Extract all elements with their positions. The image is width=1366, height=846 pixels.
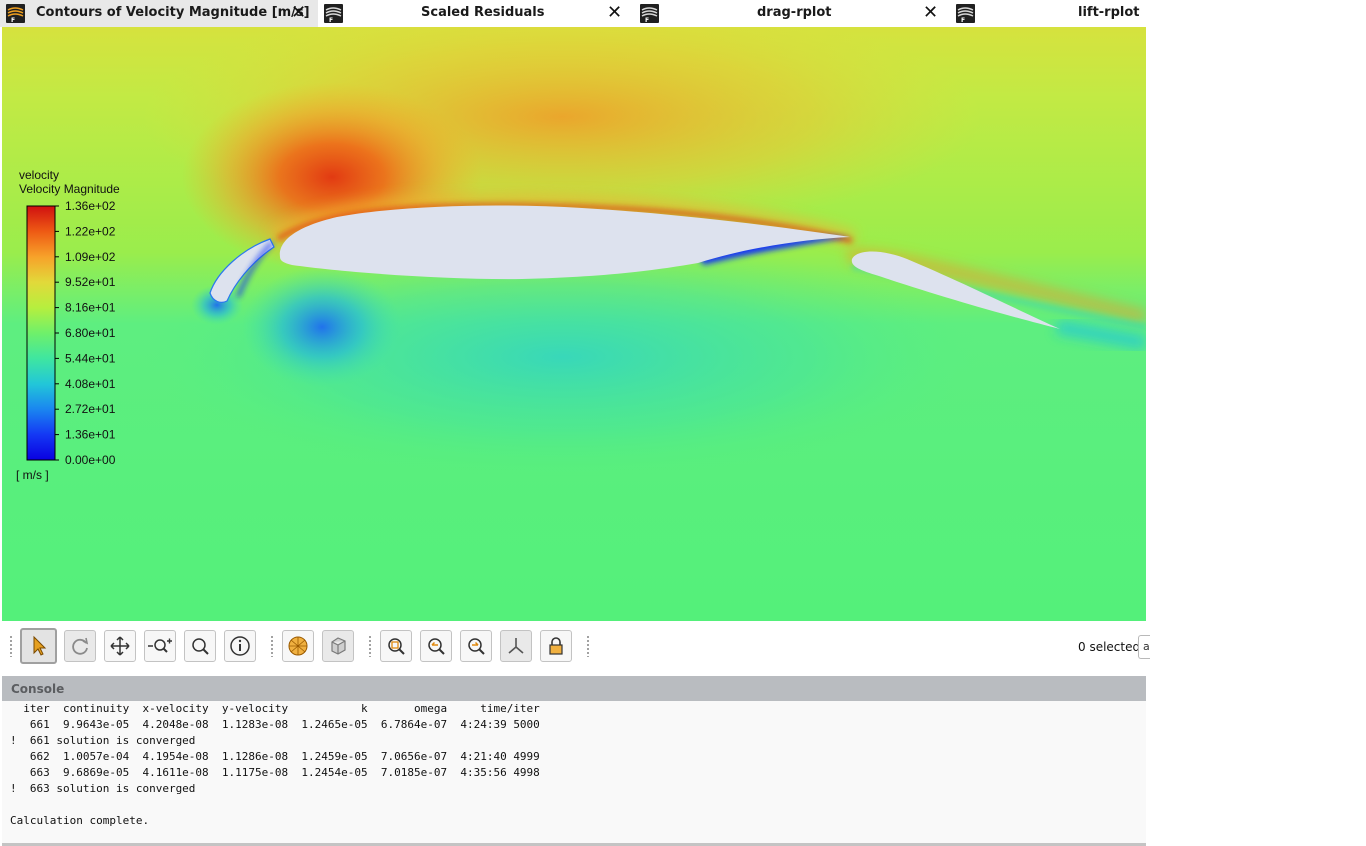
graphics-tab-bar: F Contours of Velocity Magnitude [m/s] ✕… — [0, 0, 1146, 27]
svg-text:F: F — [645, 17, 649, 23]
legend-tick-label: 1.09e+02 — [65, 250, 116, 264]
close-icon[interactable]: ✕ — [923, 2, 938, 24]
info-icon — [230, 636, 250, 656]
graphics-viewport[interactable]: velocity Velocity Magnitude 1.36e+02 1.22… — [2, 27, 1146, 621]
axes-icon — [508, 638, 524, 654]
legend-unit: [ m/s ] — [16, 468, 49, 482]
svg-text:F: F — [329, 17, 333, 23]
lock-icon — [549, 637, 563, 655]
toolbar-grip[interactable] — [9, 635, 13, 657]
zoom-in-out-icon — [148, 638, 172, 653]
console-title: Console — [2, 676, 1146, 701]
tab-scaled-residuals[interactable]: F Scaled Residuals ✕ — [318, 0, 634, 27]
legend-tick-label: 5.44e+01 — [65, 351, 116, 365]
fluent-icon: F — [6, 4, 25, 23]
console-output[interactable]: iter continuity x-velocity y-velocity k … — [2, 701, 1146, 846]
toolbar-grip[interactable] — [270, 635, 274, 657]
legend-colorbar — [26, 205, 56, 461]
tab-label: lift-rplot — [1078, 5, 1140, 20]
svg-text:F: F — [11, 17, 15, 23]
fluent-icon: F — [324, 4, 343, 23]
zoom-area-icon — [192, 638, 209, 655]
pan-button[interactable] — [104, 630, 136, 662]
probe-button[interactable] — [224, 630, 256, 662]
pan-icon — [110, 636, 130, 656]
zoom-in-out-button[interactable] — [144, 630, 176, 662]
svg-text:F: F — [961, 17, 965, 23]
toolbar-grip[interactable] — [368, 635, 372, 657]
tab-label: Contours of Velocity Magnitude [m/s] — [36, 5, 310, 20]
fluent-icon: F — [956, 4, 975, 23]
tab-label: Scaled Residuals — [421, 5, 545, 20]
graphics-toolbar: 0 selected a — [0, 621, 1366, 675]
console-text: iter continuity x-velocity y-velocity k … — [10, 702, 540, 827]
selection-dropdown[interactable]: a — [1138, 635, 1150, 659]
legend-tick-label: 0.00e+00 — [65, 453, 116, 467]
zoom-to-area-button[interactable] — [184, 630, 216, 662]
lock-view-button[interactable] — [540, 630, 572, 662]
tab-drag-rplot[interactable]: F drag-rplot ✕ — [634, 0, 950, 27]
axes-button[interactable] — [500, 630, 532, 662]
tab-label: drag-rplot — [757, 5, 832, 20]
legend-tick-label: 9.52e+01 — [65, 275, 116, 289]
cube-icon — [331, 637, 346, 655]
select-tool-button[interactable] — [20, 628, 57, 664]
zoom-fit-button[interactable] — [380, 630, 412, 662]
tab-lift-rplot[interactable]: F lift-rplot — [950, 0, 1146, 27]
fluent-icon: F — [640, 4, 659, 23]
legend-tick-label: 1.22e+02 — [65, 224, 116, 238]
zoom-previous-button[interactable] — [420, 630, 452, 662]
zoom-fit-icon — [388, 638, 405, 655]
legend-title-variable: velocity — [19, 168, 59, 182]
pointer-icon — [33, 635, 46, 656]
legend-tick-label: 4.08e+01 — [65, 377, 116, 391]
selection-count: 0 selected — [1078, 640, 1141, 654]
legend-tick-label: 6.80e+01 — [65, 326, 116, 340]
isometric-view-button[interactable] — [322, 630, 354, 662]
rotate-icon — [72, 637, 89, 655]
contour-slat-wake — [242, 267, 402, 387]
close-icon[interactable]: ✕ — [291, 2, 306, 24]
legend-tick-label: 1.36e+01 — [65, 428, 116, 442]
legend-title-quantity: Velocity Magnitude — [19, 182, 120, 196]
zoom-previous-icon — [428, 638, 445, 655]
legend-tick-label: 2.72e+01 — [65, 402, 116, 416]
toolbar-grip[interactable] — [586, 635, 590, 657]
velocity-contour-plot: velocity Velocity Magnitude 1.36e+02 1.22… — [2, 27, 1146, 621]
fit-to-window-button[interactable] — [282, 630, 314, 662]
legend-tick-label: 8.16e+01 — [65, 301, 116, 315]
tab-contours-velocity[interactable]: F Contours of Velocity Magnitude [m/s] ✕ — [0, 0, 318, 27]
rotate-view-button[interactable] — [64, 630, 96, 662]
close-icon[interactable]: ✕ — [607, 2, 622, 24]
sphere-icon — [288, 636, 308, 656]
zoom-next-icon — [468, 638, 485, 655]
zoom-next-button[interactable] — [460, 630, 492, 662]
legend-tick-label: 1.36e+02 — [65, 199, 116, 213]
